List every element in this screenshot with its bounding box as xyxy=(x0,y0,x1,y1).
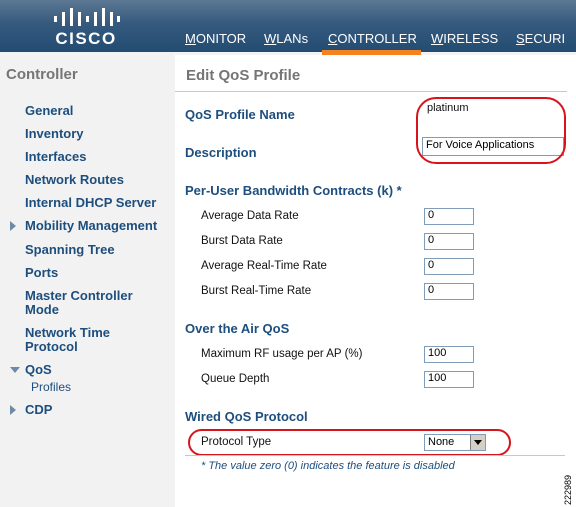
sidebar-item-label: Network Time xyxy=(25,325,111,340)
nav-wlans[interactable]: WLANs xyxy=(264,31,308,46)
burst-realtime-rate-label: Burst Real-Time Rate xyxy=(201,285,312,297)
sidebar-item-label: Master Controller xyxy=(25,288,133,303)
main-content: Edit QoS Profile QoS Profile Name platin… xyxy=(175,55,576,507)
footnote: * The value zero (0) indicates the featu… xyxy=(201,460,455,472)
sidebar-item-qos[interactable]: QoS xyxy=(25,363,52,377)
sidebar: Controller General Inventory Interfaces … xyxy=(0,55,175,507)
page-title: Edit QoS Profile xyxy=(186,67,301,84)
burst-realtime-rate-input[interactable]: 0 xyxy=(424,283,474,300)
expand-arrow-icon[interactable] xyxy=(10,221,16,231)
title-divider xyxy=(175,91,567,92)
bandwidth-section-title: Per-User Bandwidth Contracts (k) * xyxy=(185,183,402,198)
nav-controller[interactable]: CONTROLLER xyxy=(328,31,417,46)
note-divider xyxy=(185,455,565,456)
profile-name-label: QoS Profile Name xyxy=(185,107,295,122)
collapse-arrow-icon[interactable] xyxy=(10,367,20,373)
burst-data-rate-label: Burst Data Rate xyxy=(201,235,283,247)
wired-qos-section-title: Wired QoS Protocol xyxy=(185,409,308,424)
cisco-logo: CISCO xyxy=(48,6,124,48)
cisco-bridge-icon xyxy=(54,8,120,26)
sidebar-item-label: Protocol xyxy=(25,339,78,354)
sidebar-item-network-time[interactable]: Network Time Protocol xyxy=(25,326,110,354)
sidebar-item-general[interactable]: General xyxy=(25,104,73,118)
description-label: Description xyxy=(185,145,257,160)
sidebar-title: Controller xyxy=(6,66,78,83)
sidebar-item-inventory[interactable]: Inventory xyxy=(25,127,84,141)
logo-wordmark: CISCO xyxy=(55,29,117,48)
queue-depth-input[interactable]: 100 xyxy=(424,371,474,388)
sidebar-item-ports[interactable]: Ports xyxy=(25,266,58,280)
sidebar-item-interfaces[interactable]: Interfaces xyxy=(25,150,86,164)
expand-arrow-icon[interactable] xyxy=(10,405,16,415)
sidebar-item-label: Mode xyxy=(25,302,59,317)
sidebar-item-dhcp-server[interactable]: Internal DHCP Server xyxy=(25,196,156,210)
avg-realtime-rate-label: Average Real-Time Rate xyxy=(201,260,327,272)
nav-monitor[interactable]: MONITOR xyxy=(185,31,246,46)
sidebar-item-master-controller[interactable]: Master Controller Mode xyxy=(25,289,133,317)
figure-number: 222989 xyxy=(563,475,573,505)
rf-usage-input[interactable]: 100 xyxy=(424,346,474,363)
sidebar-item-profiles[interactable]: Profiles xyxy=(31,380,71,394)
highlight-oval xyxy=(188,429,511,456)
rf-usage-label: Maximum RF usage per AP (%) xyxy=(201,348,363,360)
top-bar: CISCO MONITOR WLANs CONTROLLER WIRELESS … xyxy=(0,0,576,52)
nav-wireless[interactable]: WIRELESS xyxy=(431,31,498,46)
sidebar-item-mobility[interactable]: Mobility Management xyxy=(25,219,157,233)
avg-data-rate-label: Average Data Rate xyxy=(201,210,299,222)
highlight-oval xyxy=(416,97,566,164)
avg-data-rate-input[interactable]: 0 xyxy=(424,208,474,225)
queue-depth-label: Queue Depth xyxy=(201,373,270,385)
sidebar-item-cdp[interactable]: CDP xyxy=(25,403,52,417)
page: CISCO MONITOR WLANs CONTROLLER WIRELESS … xyxy=(0,0,576,507)
sidebar-item-network-routes[interactable]: Network Routes xyxy=(25,173,124,187)
sidebar-item-spanning-tree[interactable]: Spanning Tree xyxy=(25,243,115,257)
nav-security[interactable]: SECURI xyxy=(516,31,565,46)
burst-data-rate-input[interactable]: 0 xyxy=(424,233,474,250)
figure-number-text: 222989 xyxy=(563,475,573,505)
air-qos-section-title: Over the Air QoS xyxy=(185,321,290,336)
avg-realtime-rate-input[interactable]: 0 xyxy=(424,258,474,275)
